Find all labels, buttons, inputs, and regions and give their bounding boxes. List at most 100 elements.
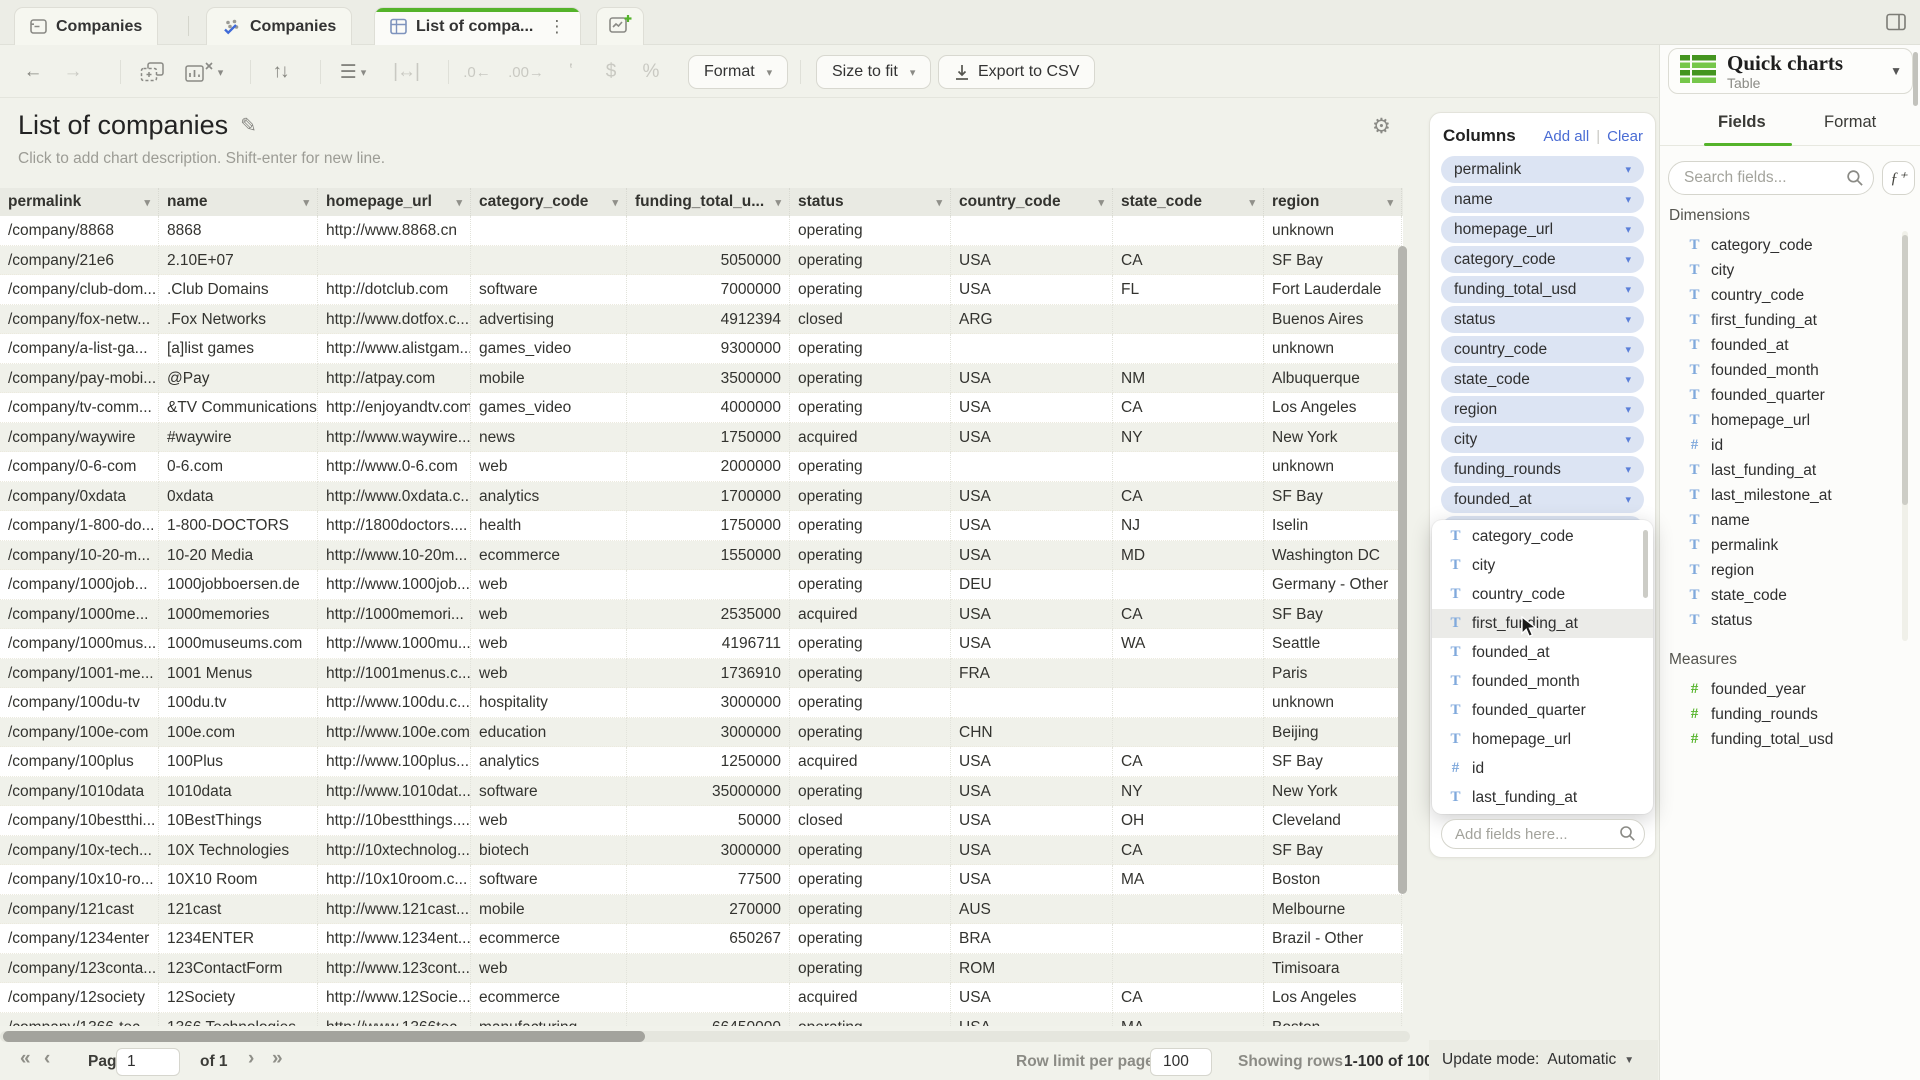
column-chip-homepage-url[interactable]: homepage_url ▾ [1441, 216, 1644, 243]
measure-funding-total-usd[interactable]: # funding_total_usd [1660, 727, 1908, 752]
column-chip-category-code[interactable]: category_code ▾ [1441, 246, 1644, 273]
next-page-button[interactable]: › [248, 1048, 254, 1070]
dimension-homepage-url[interactable]: Thomepage_url [1660, 408, 1908, 433]
measure-founded-year[interactable]: # founded_year [1660, 677, 1908, 702]
field-option-city[interactable]: Tcity [1432, 551, 1653, 580]
chip-caret-icon[interactable]: ▾ [1625, 193, 1631, 206]
column-sort-caret-icon[interactable]: ▾ [1094, 196, 1104, 209]
export-csv-button[interactable]: Export to CSV [938, 55, 1096, 89]
redo-button[interactable]: → [56, 46, 90, 98]
tab-companies-1[interactable]: Companies [206, 7, 353, 45]
update-mode-value[interactable]: Automatic [1547, 1051, 1616, 1069]
format-button[interactable]: Format ▾ [688, 55, 789, 89]
dimension-id[interactable]: # id [1660, 433, 1908, 458]
chip-caret-icon[interactable]: ▾ [1625, 493, 1631, 506]
dimension-state-code[interactable]: Tstate_code [1660, 583, 1908, 608]
dropdown-scrollbar[interactable] [1643, 530, 1648, 598]
column-chip-funding-rounds[interactable]: funding_rounds ▾ [1441, 456, 1644, 483]
column-sort-caret-icon[interactable]: ▾ [1383, 196, 1393, 209]
column-chip-status[interactable]: status ▾ [1441, 306, 1644, 333]
dimension-region[interactable]: Tregion [1660, 558, 1908, 583]
first-page-button[interactable]: « [20, 1048, 31, 1070]
collapse-panel-icon[interactable] [1884, 10, 1908, 34]
column-chip-permalink[interactable]: permalink ▾ [1441, 156, 1644, 183]
dimension-founded-at[interactable]: Tfounded_at [1660, 333, 1908, 358]
chip-caret-icon[interactable]: ▾ [1625, 433, 1631, 446]
tab-fields[interactable]: Fields [1718, 113, 1766, 132]
chip-caret-icon[interactable]: ▾ [1625, 253, 1631, 266]
dimensions-scrollbar-thumb[interactable] [1902, 235, 1908, 505]
column-sort-caret-icon[interactable]: ▾ [771, 196, 781, 209]
increase-decimal-button[interactable]: .00→ [504, 46, 548, 98]
currency-format-button[interactable]: $ [596, 46, 626, 98]
field-option-first-funding-at[interactable]: Tfirst_funding_at [1432, 609, 1653, 638]
column-sort-caret-icon[interactable]: ▾ [452, 196, 462, 209]
column-sort-caret-icon[interactable]: ▾ [1245, 196, 1255, 209]
chip-caret-icon[interactable]: ▾ [1625, 283, 1631, 296]
field-option-id[interactable]: # id [1432, 754, 1653, 783]
field-option-founded-at[interactable]: Tfounded_at [1432, 638, 1653, 667]
tab-companies-0[interactable]: Companies [14, 7, 159, 45]
dimension-last-funding-at[interactable]: Tlast_funding_at [1660, 458, 1908, 483]
chip-caret-icon[interactable]: ▾ [1625, 343, 1631, 356]
column-header-status[interactable]: status ▾ [790, 188, 951, 216]
column-header-country-code[interactable]: country_code ▾ [951, 188, 1113, 216]
add-formula-field-button[interactable]: ƒ⁺ [1882, 161, 1915, 195]
text-wrap-button[interactable]: |↔| [384, 46, 428, 98]
column-header-region[interactable]: region ▾ [1264, 188, 1402, 216]
column-sort-caret-icon[interactable]: ▾ [932, 196, 942, 209]
chip-caret-icon[interactable]: ▾ [1625, 403, 1631, 416]
window-scrollbar-thumb[interactable] [1913, 52, 1918, 106]
search-fields-input[interactable] [1668, 161, 1874, 195]
gear-icon[interactable]: ⚙ [1372, 114, 1391, 139]
tab-list-of-compa-2[interactable]: List of compa... ⋮ [374, 7, 582, 45]
dimension-founded-quarter[interactable]: Tfounded_quarter [1660, 383, 1908, 408]
chip-caret-icon[interactable]: ▾ [1625, 373, 1631, 386]
new-chart-tab-button[interactable] [596, 7, 644, 45]
chart-type-selector[interactable]: Quick charts Table ▼ [1668, 48, 1913, 94]
column-header-homepage-url[interactable]: homepage_url ▾ [318, 188, 471, 216]
chip-caret-icon[interactable]: ▾ [1625, 223, 1631, 236]
page-number-input[interactable] [116, 1048, 180, 1076]
dimension-name[interactable]: Tname [1660, 508, 1908, 533]
add-all-link[interactable]: Add all [1543, 128, 1589, 145]
field-option-country-code[interactable]: Tcountry_code [1432, 580, 1653, 609]
chevron-down-icon[interactable]: ▼ [1624, 1055, 1634, 1066]
dimension-permalink[interactable]: Tpermalink [1660, 533, 1908, 558]
align-button[interactable]: ☰ ▾ [330, 46, 376, 98]
column-chip-country-code[interactable]: country_code ▾ [1441, 336, 1644, 363]
last-page-button[interactable]: » [272, 1048, 283, 1070]
column-header-category-code[interactable]: category_code ▾ [471, 188, 627, 216]
column-chip-funding-total-usd[interactable]: funding_total_usd ▾ [1441, 276, 1644, 303]
tab-format[interactable]: Format [1824, 113, 1876, 132]
chip-caret-icon[interactable]: ▾ [1625, 463, 1631, 476]
tab-menu-kebab-icon[interactable]: ⋮ [548, 17, 565, 37]
dimension-founded-month[interactable]: Tfounded_month [1660, 358, 1908, 383]
add-fields-input[interactable] [1441, 819, 1645, 849]
dimension-city[interactable]: Tcity [1660, 258, 1908, 283]
sort-button[interactable]: ↑↓ [258, 46, 302, 98]
chip-caret-icon[interactable]: ▾ [1625, 313, 1631, 326]
column-sort-caret-icon[interactable]: ▾ [140, 196, 150, 209]
remove-chart-button[interactable]: ▾ [178, 46, 230, 98]
table-horizontal-scrollbar-thumb[interactable] [3, 1031, 645, 1042]
measure-funding-rounds[interactable]: # funding_rounds [1660, 702, 1908, 727]
column-header-permalink[interactable]: permalink ▾ [0, 188, 159, 216]
chart-description-placeholder[interactable]: Click to add chart description. Shift-en… [18, 150, 385, 168]
table-vertical-scrollbar[interactable] [1398, 246, 1407, 894]
column-chip-city[interactable]: city ▾ [1441, 426, 1644, 453]
column-header-state-code[interactable]: state_code ▾ [1113, 188, 1264, 216]
percent-format-button[interactable]: % [636, 46, 666, 98]
column-sort-caret-icon[interactable]: ▾ [608, 196, 618, 209]
dimension-country-code[interactable]: Tcountry_code [1660, 283, 1908, 308]
field-option-founded-quarter[interactable]: Tfounded_quarter [1432, 696, 1653, 725]
size-to-fit-button[interactable]: Size to fit ▾ [816, 55, 932, 89]
chip-caret-icon[interactable]: ▾ [1625, 163, 1631, 176]
column-header-funding-total-u[interactable]: funding_total_u... ▾ [627, 188, 790, 216]
previous-page-button[interactable]: ‹ [44, 1048, 50, 1070]
column-chip-region[interactable]: region ▾ [1441, 396, 1644, 423]
clear-link[interactable]: Clear [1607, 128, 1643, 145]
field-option-last-funding-at[interactable]: Tlast_funding_at [1432, 783, 1653, 812]
decrease-decimal-button[interactable]: .0← [458, 46, 496, 98]
column-sort-caret-icon[interactable]: ▾ [299, 196, 309, 209]
